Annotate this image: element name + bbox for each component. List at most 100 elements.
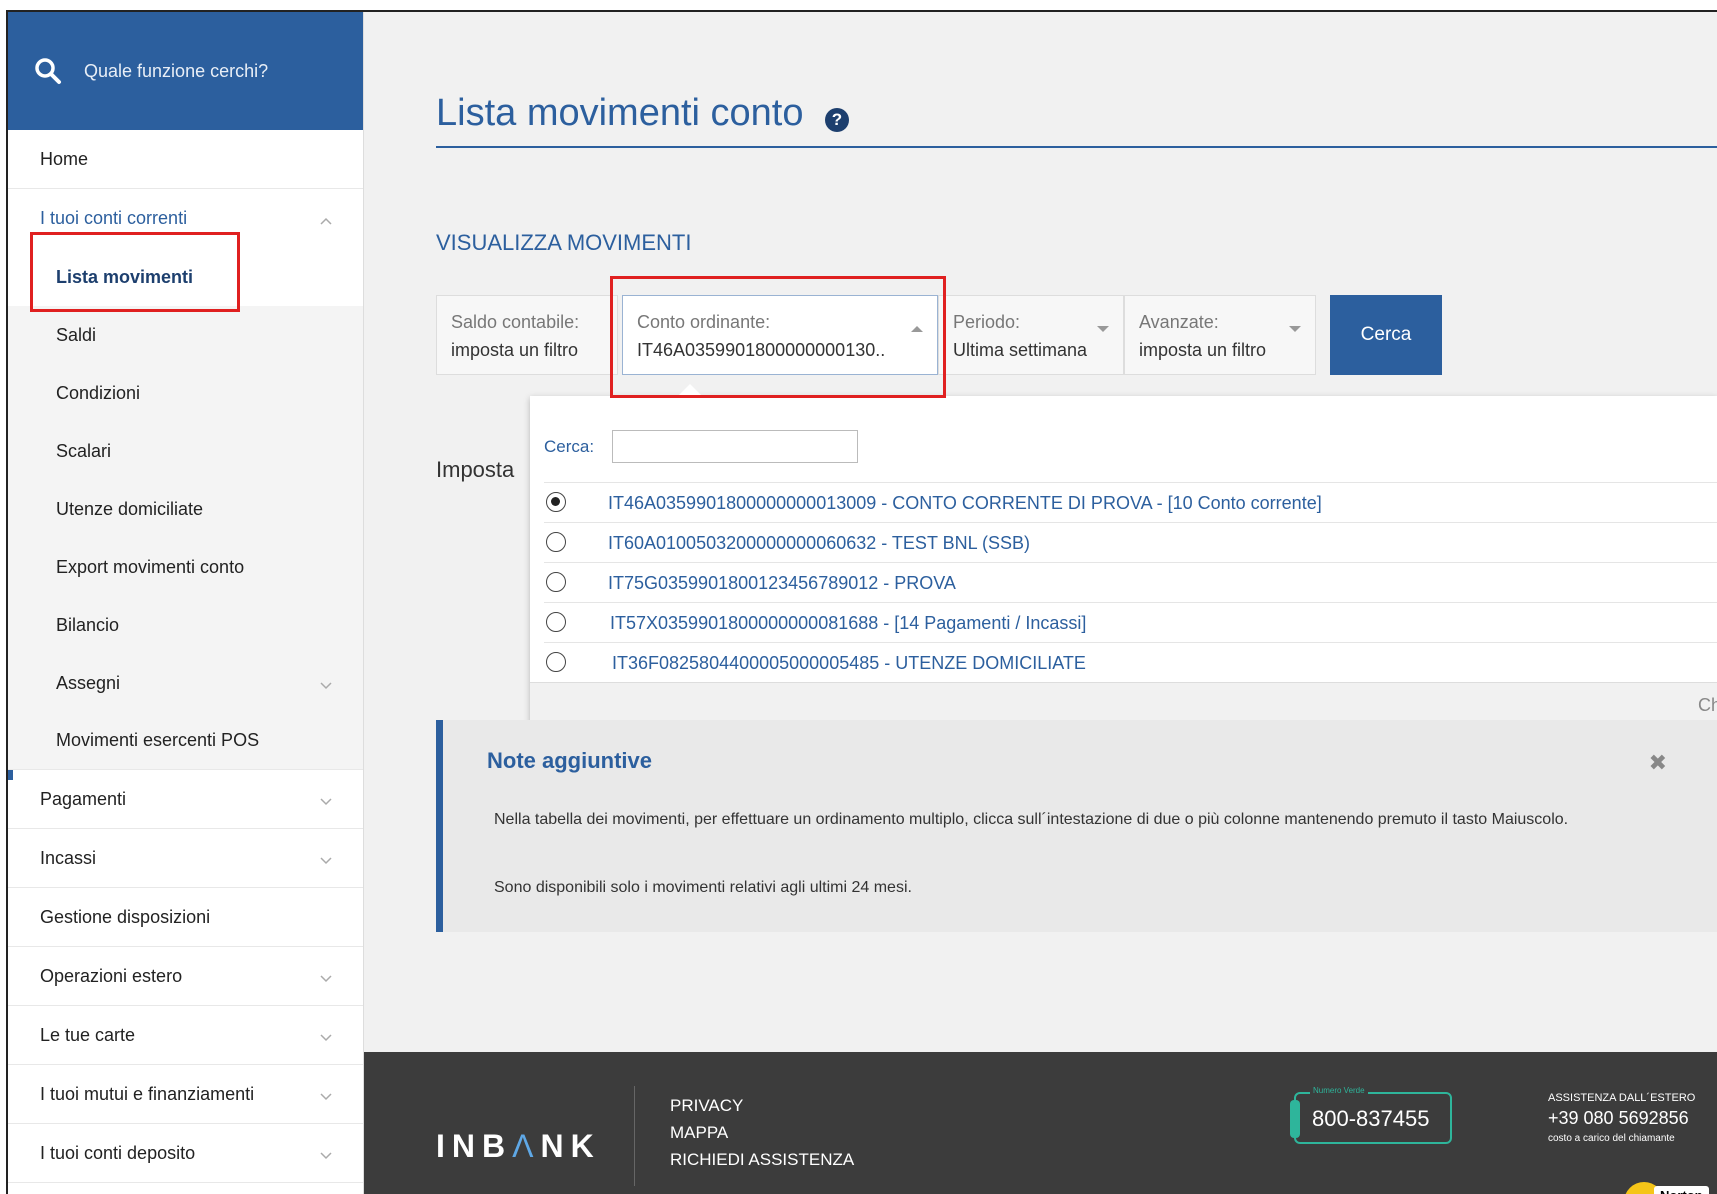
phone-icon [1290,1100,1300,1138]
chevron-down-icon [319,1146,333,1160]
sidebar-item-label: Bilancio [56,614,120,635]
sidebar-item-label: Saldi [56,324,97,345]
sidebar-item-carte[interactable]: Le tue carte [8,1006,363,1065]
sidebar-item-gestione-disposizioni[interactable]: Gestione disposizioni [8,888,363,947]
account-option[interactable]: IT36F0825804400005000005485 - UTENZE DOM… [544,643,1717,683]
dropdown-search: Cerca: [544,430,859,463]
chevron-down-icon [319,1028,333,1042]
sidebar-item-label: Lista movimenti [56,266,194,287]
sidebar-item-pagamenti[interactable]: Pagamenti [8,770,363,829]
sidebar-item-conti-deposito[interactable]: I tuoi conti deposito [8,1124,363,1183]
search-button[interactable]: Cerca [1330,295,1442,375]
sidebar-item-bilancio[interactable]: Bilancio [8,596,363,654]
sidebar-item-export-movimenti[interactable]: Export movimenti conto [8,538,363,596]
function-search-placeholder: Quale funzione cerchi? [84,60,269,81]
account-list: IT46A0359901800000000013009 - CONTO CORR… [544,482,1717,683]
numero-verde: 800-837455 [1312,1106,1430,1131]
function-search[interactable]: Quale funzione cerchi? [8,12,363,130]
filter-label: Periodo: [953,312,1021,332]
note-box: Note aggiuntive ✖ Nella tabella dei movi… [436,720,1717,932]
sidebar-item-label: Utenze domiciliate [56,498,204,519]
chevron-up-icon [319,212,333,226]
sidebar-group-conti-correnti[interactable]: I tuoi conti correnti [8,189,363,248]
sidebar-item-condizioni[interactable]: Condizioni [8,364,363,422]
filter-periodo[interactable]: Periodo: Ultima settimana [938,295,1124,375]
radio-unselected[interactable] [546,572,566,592]
sidebar-item-incassi[interactable]: Incassi [8,829,363,888]
main-content: Lista movimenti conto ? VISUALIZZA MOVIM… [364,12,1717,1052]
filter-value: imposta un filtro [1139,340,1267,360]
sidebar-item-label: Movimenti esercenti POS [56,730,260,750]
filter-label: Conto ordinante: [637,312,771,332]
sidebar-item-movimenti-pos[interactable]: Movimenti esercenti POS [8,712,363,770]
footer-link-privacy[interactable]: PRIVACY [670,1092,854,1119]
caret-down-icon [1289,326,1301,332]
account-option-text: IT36F0825804400005000005485 - UTENZE DOM… [612,653,1086,673]
sidebar-item-scalari[interactable]: Scalari [8,422,363,480]
close-icon[interactable]: ✖ [1649,750,1667,776]
filter-conto-ordinante[interactable]: Conto ordinante: IT46A035990180000000013… [622,295,938,375]
chevron-down-icon [319,676,333,690]
footer-link-assistenza[interactable]: RICHIEDI ASSISTENZA [670,1146,854,1173]
filter-label: Avanzate: [1139,312,1219,332]
chevron-down-icon [319,792,333,806]
radio-unselected[interactable] [546,652,566,672]
account-option[interactable]: IT60A0100503200000000060632 - TEST BNL (… [544,523,1717,563]
sidebar-item-label: Assegni [56,672,121,693]
sidebar-item-label: Condizioni [56,382,141,403]
sidebar: Quale funzione cerchi? Home I tuoi conti… [8,12,364,1194]
norton-badge: Norton [1624,1182,1717,1194]
sidebar-item-label: Le tue carte [40,1024,136,1045]
account-option[interactable]: IT46A0359901800000000013009 - CONTO CORR… [544,483,1717,523]
radio-selected[interactable] [546,492,566,512]
sidebar-item-mutui[interactable]: I tuoi mutui e finanziamenti [8,1065,363,1124]
sidebar-item-label: I tuoi conti deposito [40,1142,196,1163]
caret-down-icon [1097,326,1109,332]
sidebar-item-lista-movimenti[interactable]: Lista movimenti [8,248,363,306]
filter-avanzate[interactable]: Avanzate: imposta un filtro [1124,295,1316,375]
dropdown-search-label: Cerca: [544,436,595,456]
account-option[interactable]: IT75G0359901800123456789012 - PROVA [544,563,1717,603]
filter-bar: Saldo contabile: imposta un filtro Conto… [436,295,1442,375]
site-footer: INBΛNK PRIVACY MAPPA RICHIEDI ASSISTENZA… [364,1052,1717,1194]
filter-value: IT46A0359901800000000130.. [637,340,886,360]
dropdown-search-input[interactable] [612,430,859,463]
sidebar-item-label: Operazioni estero [40,965,183,986]
filter-saldo-contabile[interactable]: Saldo contabile: imposta un filtro [436,295,618,375]
sidebar-item-label: Home [40,148,89,169]
account-option-text: IT75G0359901800123456789012 - PROVA [608,573,956,593]
chevron-down-icon [319,1087,333,1101]
norton-label: Norton [1654,1186,1709,1194]
account-dropdown: Cerca: IT46A0359901800000000013009 - CON… [530,384,1717,726]
footer-link-mappa[interactable]: MAPPA [670,1119,854,1146]
filter-value: Ultima settimana [953,340,1088,360]
sidebar-item-home[interactable]: Home [8,130,363,189]
sidebar-item-utenze-domiciliate[interactable]: Utenze domiciliate [8,480,363,538]
note-paragraph: Sono disponibili solo i movimenti relati… [494,879,912,896]
sidebar-item-label: Incassi [40,847,97,868]
sidebar-item-label: I tuoi conti correnti [40,208,188,228]
note-title: Note aggiuntive [487,748,653,773]
sidebar-item-label: Export movimenti conto [56,556,245,577]
help-icon[interactable]: ? [825,108,849,132]
estero-title: ASSISTENZA DALL´ESTERO [1548,1092,1696,1104]
chevron-down-icon [319,969,333,983]
sidebar-item-label: Gestione disposizioni [40,906,211,927]
account-option-text: IT57X0359901800000000081688 - [14 Pagame… [610,613,1087,633]
section-heading: VISUALIZZA MOVIMENTI [436,230,692,255]
sidebar-item-label: Pagamenti [40,788,127,809]
caret-up-icon [911,326,923,332]
account-option[interactable]: IT57X0359901800000000081688 - [14 Pagame… [544,603,1717,643]
radio-unselected[interactable] [546,612,566,632]
estero-number: +39 080 5692856 [1548,1108,1689,1128]
dropdown-close-link[interactable]: Ch [1698,695,1717,716]
assistenza-estero: ASSISTENZA DALL´ESTERO +39 080 5692856 c… [1548,1092,1695,1144]
sidebar-item-assegni[interactable]: Assegni [8,654,363,712]
sidebar-item-label: Scalari [56,440,112,461]
inbank-logo: INBΛNK [436,1128,601,1164]
page-title: Lista movimenti conto [436,92,804,134]
radio-unselected[interactable] [546,532,566,552]
sidebar-item-saldi[interactable]: Saldi [8,306,363,364]
sidebar-item-operazioni-estero[interactable]: Operazioni estero [8,947,363,1006]
search-icon [35,58,61,84]
